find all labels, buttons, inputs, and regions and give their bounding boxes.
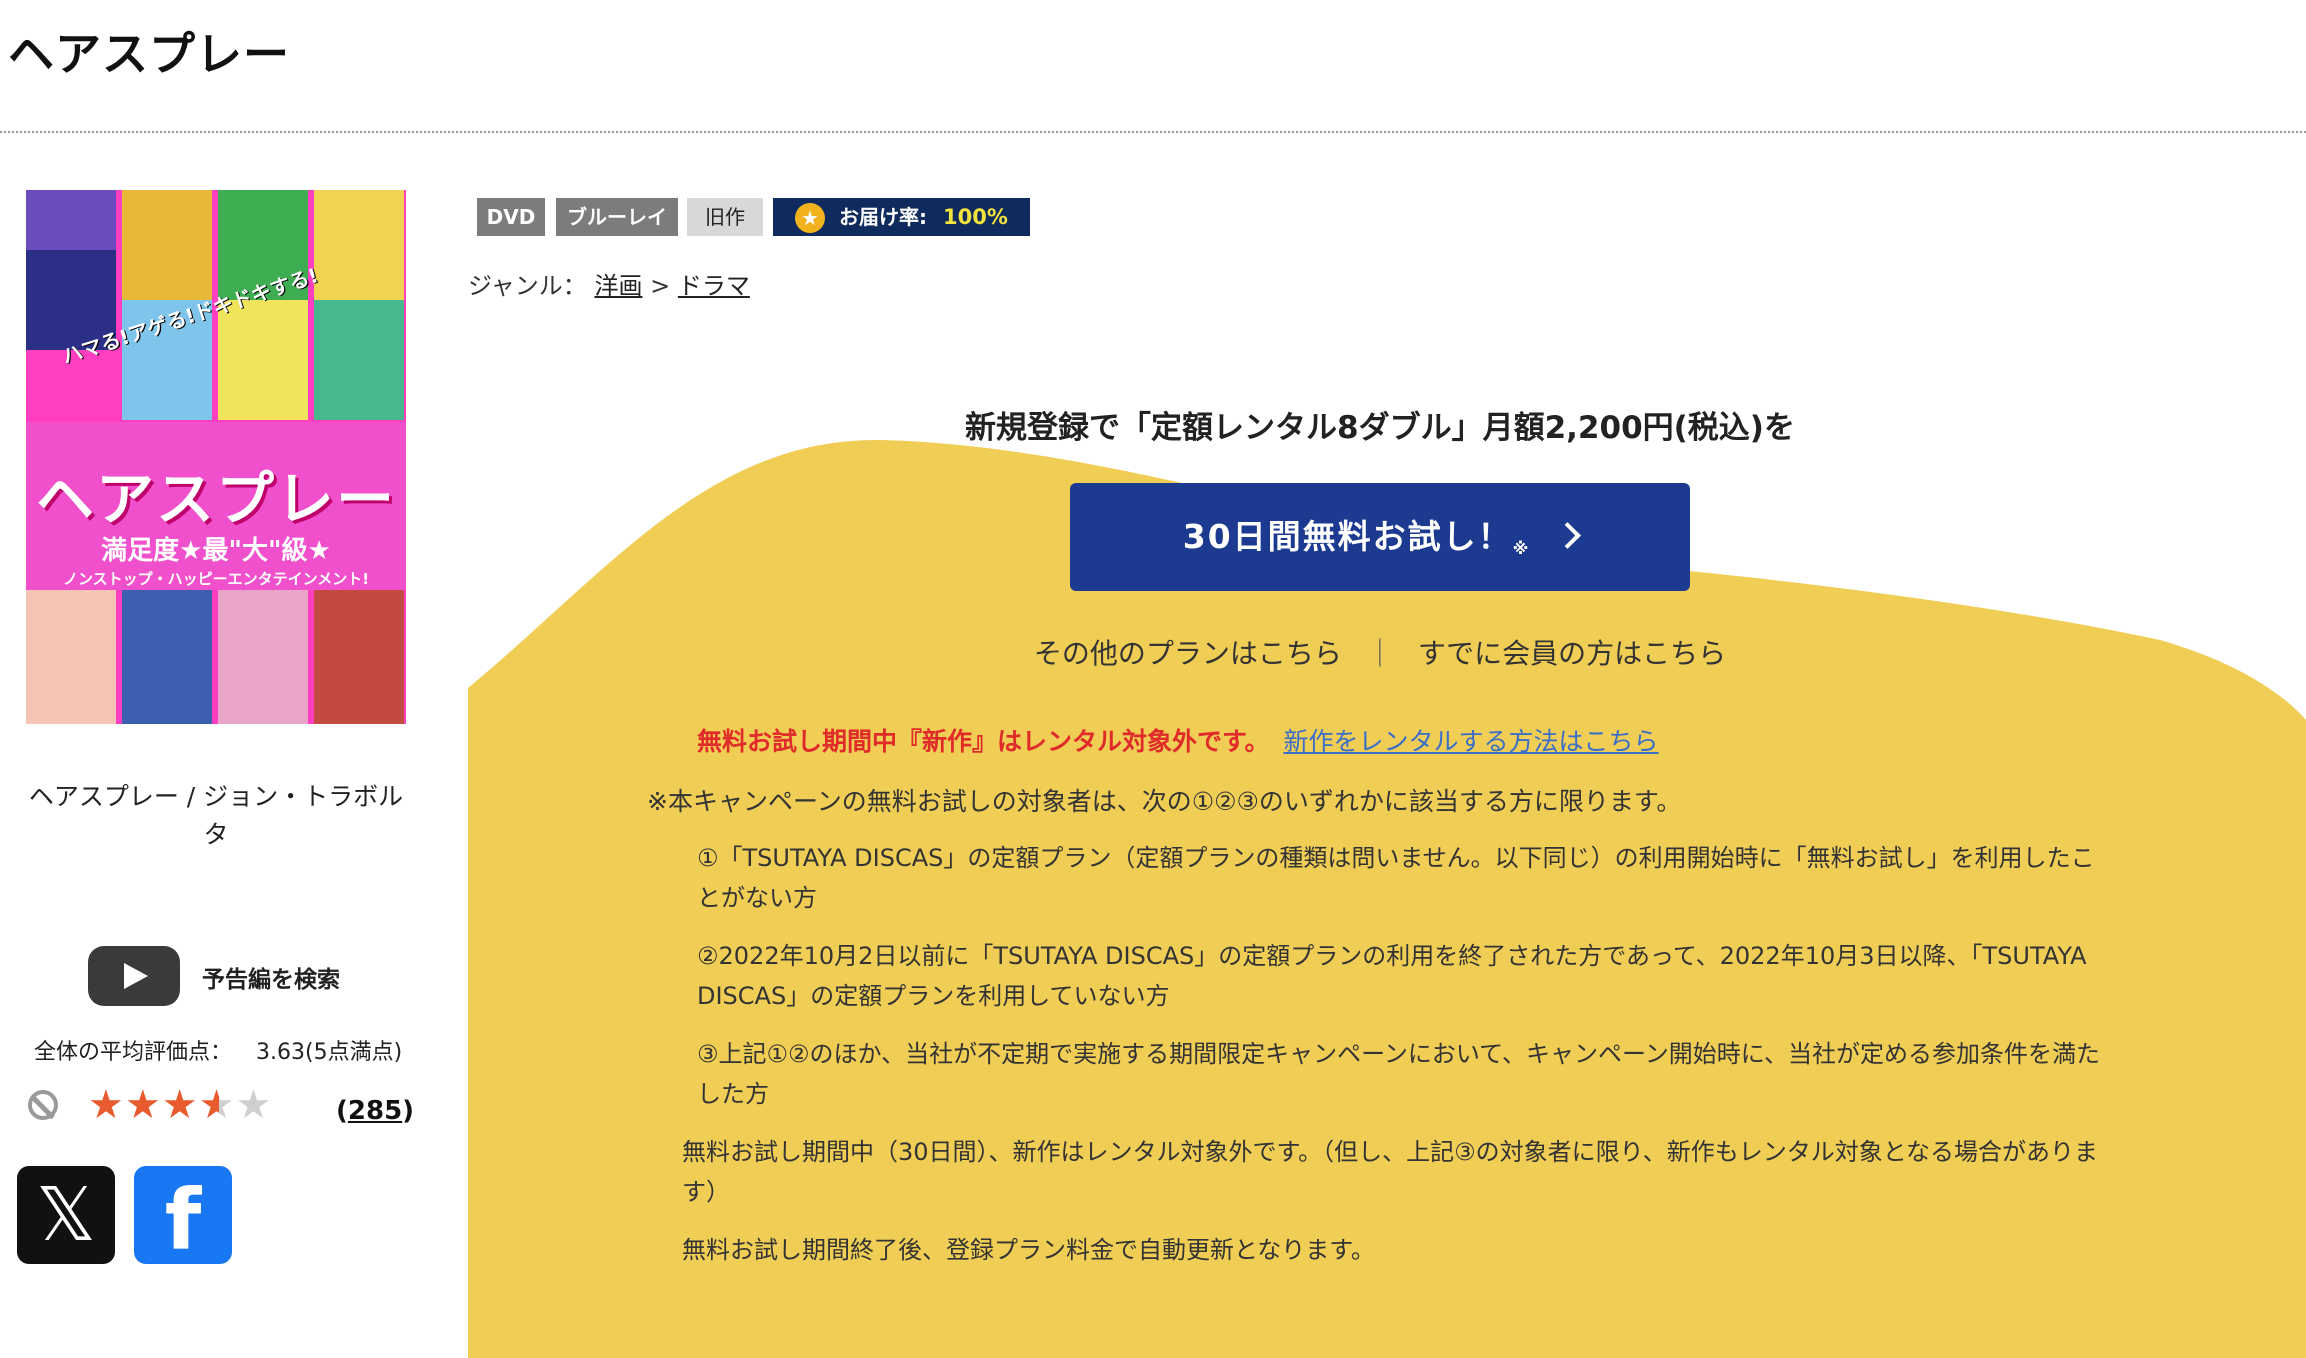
star-icon: ★ [235, 1082, 273, 1128]
genre-link-western[interactable]: 洋画 [594, 272, 642, 300]
genre-separator: > [650, 272, 671, 300]
star-icon: ★ [161, 1082, 199, 1128]
free-trial-button[interactable]: 30日間無料お試し！※ [1070, 483, 1690, 591]
campaign-heading: 新規登録で「定額レンタル8ダブル」月額2,200円(税込)を [965, 410, 1795, 446]
warning-text: 無料お試し期間中『新作』はレンタル対象外です。 [697, 727, 1270, 756]
average-rating-label: 全体の平均評価点： [34, 1040, 233, 1065]
review-count-link[interactable]: (285) [336, 1096, 414, 1126]
trailer-search-label: 予告編を検索 [202, 967, 340, 993]
format-badge-bluray: ブルーレイ [556, 198, 678, 236]
delivery-rate-label: お届け率: [839, 205, 927, 229]
star-icon: ★ [198, 1082, 236, 1128]
eligibility-notice: ※本キャンペーンの無料お試しの対象者は、次の①②③のいずれかに該当する方に限りま… [647, 787, 1682, 816]
auto-renew-note: 無料お試し期間終了後、登録プラン料金で自動更新となります。 [682, 1236, 1375, 1264]
page-title: ヘアスプレー [8, 27, 290, 81]
poster-tagline: ノンストップ・ハッピーエンタテインメント! [62, 570, 370, 588]
genre-label: ジャンル： [468, 272, 587, 300]
release-badge-old: 旧作 [687, 198, 763, 236]
free-trial-note: 無料お試し期間中（30日間）、新作はレンタル対象外です。（但し、上記③の対象者に… [682, 1138, 2098, 1206]
other-plans-link[interactable]: その他のプランはこちら [1034, 637, 1342, 670]
review-count[interactable]: 285 [348, 1096, 402, 1126]
share-facebook-button[interactable]: f [134, 1166, 232, 1269]
star-rating[interactable]: ★★★★★ [88, 1082, 272, 1128]
free-trial-label: 30日間無料お試し！ [1182, 517, 1513, 556]
star-icon: ★ [795, 203, 825, 233]
work-title: ヘアスプレー / ジョン・トラボルタ [28, 782, 404, 849]
delivery-rate-value: 100% [943, 205, 1008, 229]
delivery-rate-badge: ★ お届け率: 100% [773, 198, 1030, 236]
trial-note-mark: ※ [1512, 539, 1529, 558]
genre-link-drama[interactable]: ドラマ [678, 272, 750, 300]
link-separator: ｜ [1365, 637, 1394, 670]
eligibility-condition-2: ②2022年10月2日以前に「TSUTAYA DISCAS」の定額プランの利用を… [697, 942, 2087, 1010]
star-icon: ★ [124, 1082, 162, 1128]
chevron-right-icon [1554, 522, 1582, 549]
youtube-play-icon [88, 946, 180, 1006]
format-badge-dvd: DVD [477, 198, 545, 236]
poster-image[interactable]: ハマる!アゲる!ドキドキする! ヘアスプレー 満足度★最"大"級★ ノンストップ… [26, 190, 406, 724]
genre-breadcrumb: ジャンル： 洋画 > ドラマ [468, 266, 750, 301]
eligibility-condition-3: ③上記①②のほか、当社が不定期で実施する期間限定キャンペーンにおいて、キャンペー… [697, 1040, 2101, 1108]
new-release-warning: 無料お試し期間中『新作』はレンタル対象外です。 新作をレンタルする方法はこちら [697, 722, 1659, 758]
not-interested-icon[interactable] [28, 1090, 58, 1120]
share-x-button[interactable]: 𝕏 [17, 1166, 115, 1264]
star-icon: ★ [88, 1082, 125, 1128]
eligibility-condition-1: ①「TSUTAYA DISCAS」の定額プラン（定額プランの種類は問いません。以… [697, 844, 2095, 912]
average-rating-value: 3.63(5点満点) [256, 1040, 403, 1065]
new-release-rental-link[interactable]: 新作をレンタルする方法はこちら [1284, 727, 1659, 756]
poster-subtitle: 満足度★最"大"級★ [101, 536, 331, 566]
header-divider [0, 131, 2306, 133]
plan-links: その他のプランはこちら ｜ すでに会員の方はこちら [460, 632, 2300, 672]
member-login-link[interactable]: すでに会員の方はこちら [1418, 637, 1726, 670]
trailer-search-link[interactable]: 予告編を検索 [88, 946, 418, 1006]
poster-title: ヘアスプレー [35, 465, 396, 533]
